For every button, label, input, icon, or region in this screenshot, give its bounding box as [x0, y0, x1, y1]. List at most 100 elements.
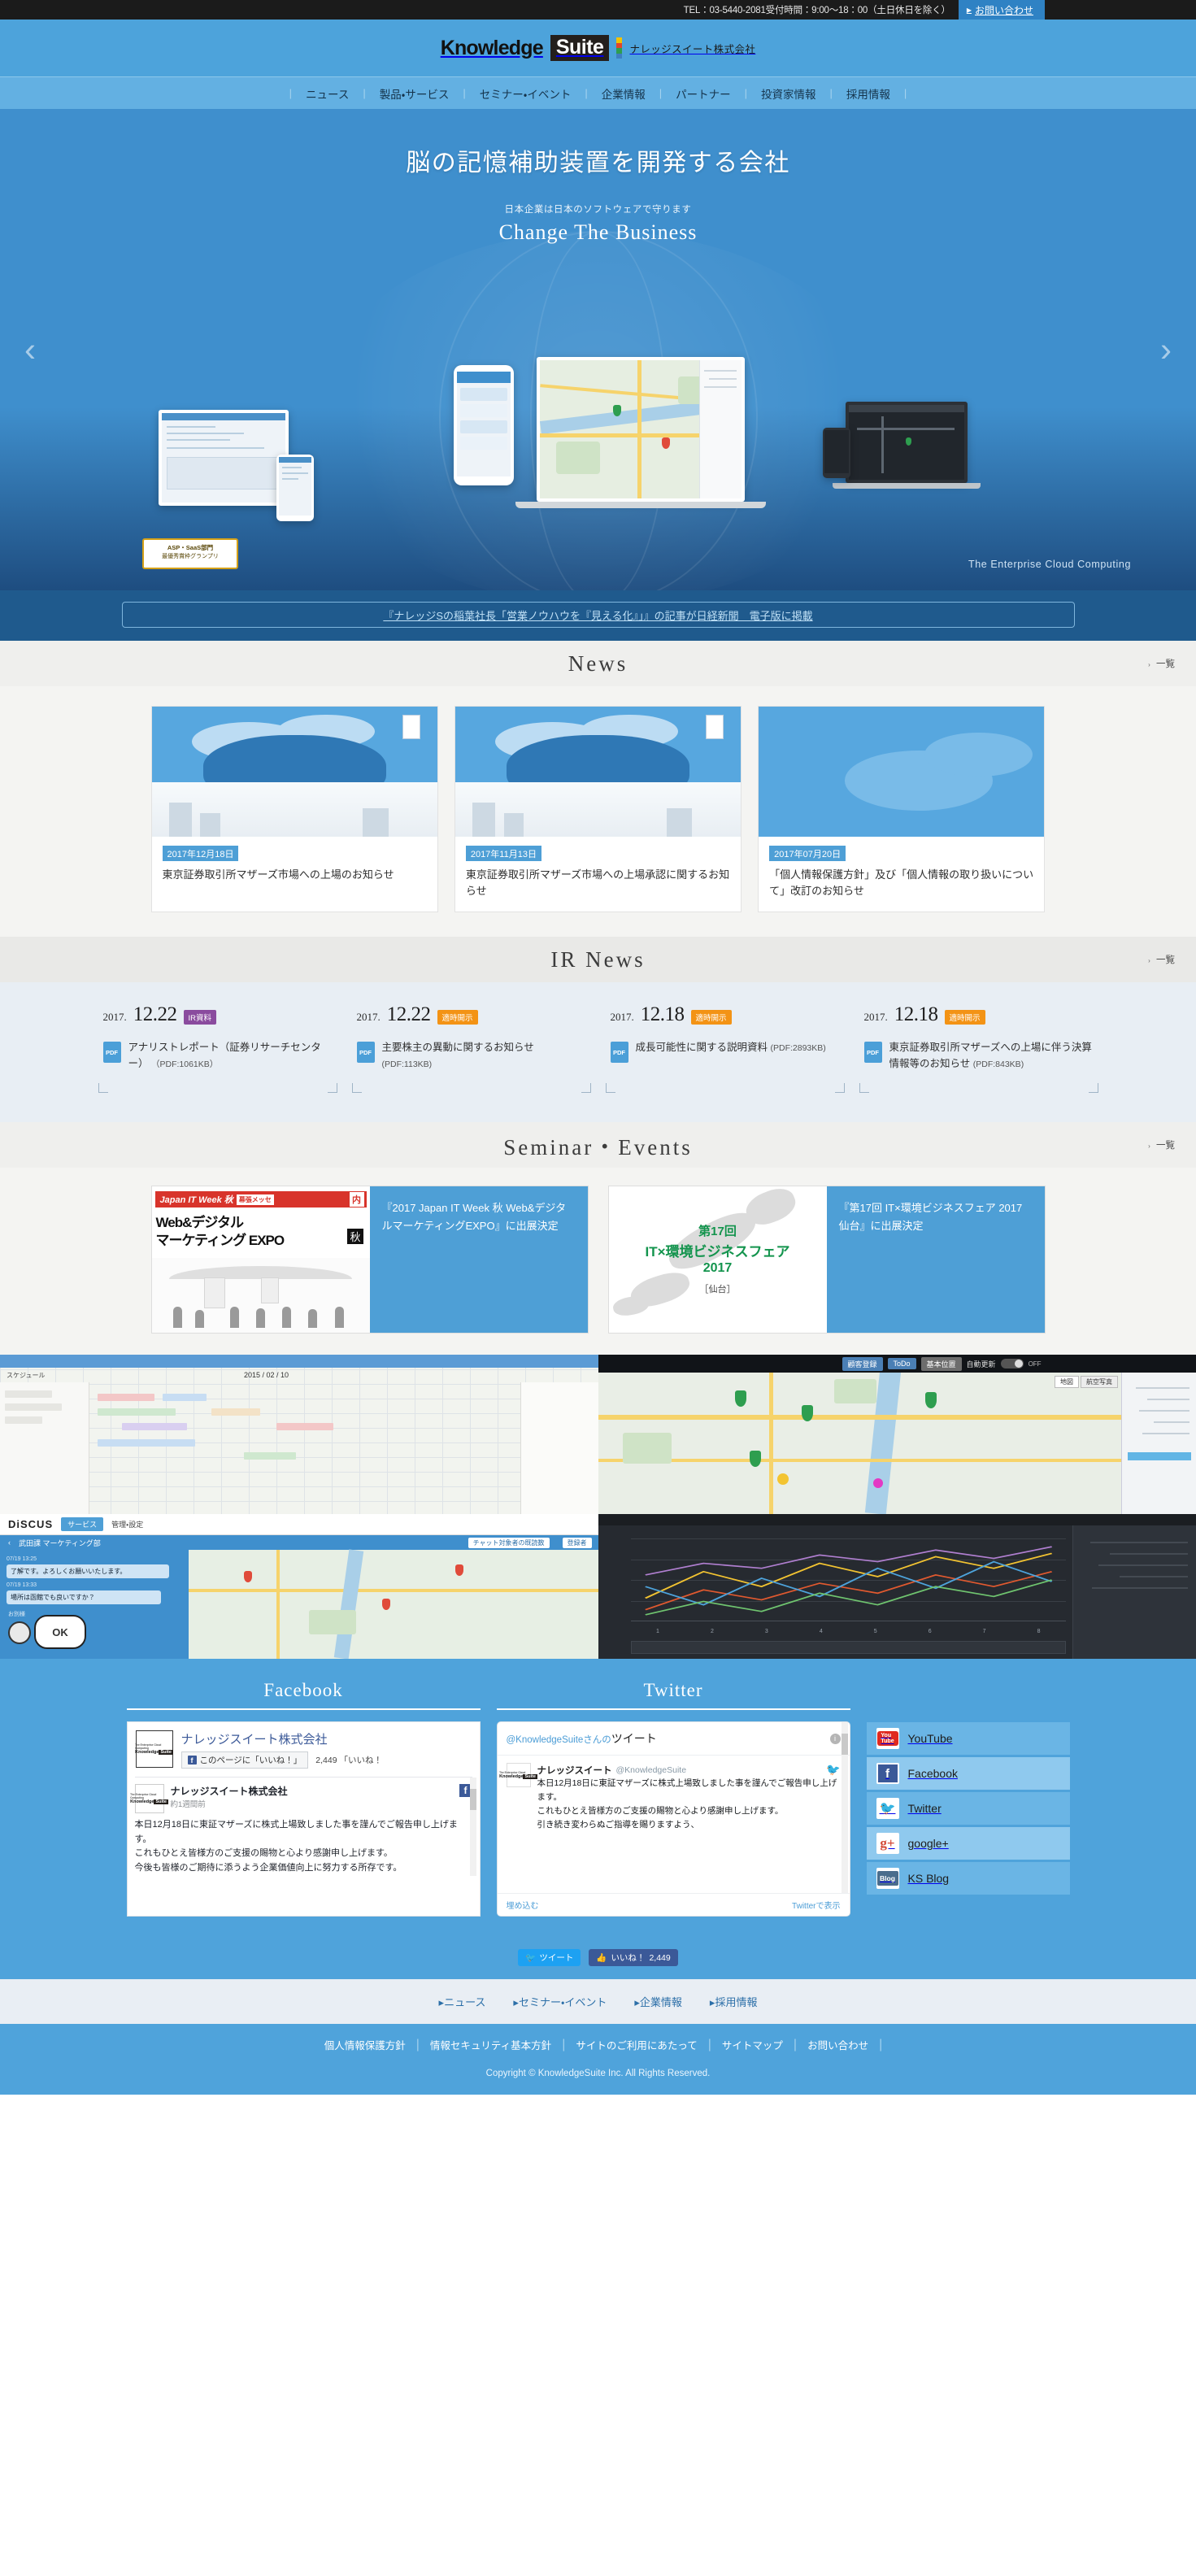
sns-button-googleplus[interactable]: g+ google+: [866, 1827, 1070, 1860]
auto-refresh-toggle[interactable]: [1000, 1359, 1024, 1369]
ir-item[interactable]: 2017. 12.22 適時開示 PDF 主要株主の異動に関するお知らせ (PD…: [351, 1003, 591, 1094]
nav-item-products[interactable]: 製品・サービス: [366, 85, 463, 102]
footer-nav-recruit[interactable]: ▸採用情報: [710, 1994, 758, 2009]
footer-link-security[interactable]: 情報セキュリティ基本方針: [420, 2037, 562, 2052]
footer-link-contact[interactable]: お問い合わせ: [797, 2037, 879, 2052]
carousel-prev-arrow-icon[interactable]: ‹: [24, 330, 36, 369]
ir-year: 2017.: [863, 1011, 888, 1024]
twitter-embed-link[interactable]: 埋め込む: [507, 1899, 539, 1911]
ir-category-badge: 適時開示: [690, 1010, 732, 1025]
social-inner: Facebook The Enterprise Cloud Computing …: [126, 1680, 1070, 1917]
discus-back-arrow-icon[interactable]: ‹: [8, 1538, 11, 1547]
footer-navigation: ▸ニュース ▸セミナー・イベント ▸企業情報 ▸採用情報: [0, 1979, 1196, 2025]
ir-item[interactable]: 2017. 12.18 適時開示 PDF 成長可能性に関する説明資料 (PDF:…: [605, 1003, 845, 1094]
copyright-text: Copyright © KnowledgeSuite Inc. All Righ…: [0, 2060, 1196, 2095]
footer-link-privacy[interactable]: 個人情報保護方針: [314, 2037, 416, 2052]
news-card[interactable]: 2017年12月18日 東京証券取引所マザーズ市場への上場のお知らせ: [150, 706, 438, 913]
facebook-widget[interactable]: The Enterprise Cloud Computing Knowledge…: [126, 1721, 481, 1917]
facebook-like-button[interactable]: f このページに「いいね！」: [180, 1751, 309, 1769]
sns-label: KS Blog: [907, 1872, 950, 1886]
site-logo[interactable]: Knowledge Suite ナレッジスイート株式会社: [441, 35, 756, 61]
news-card-body: 2017年12月18日 東京証券取引所マザーズ市場への上場のお知らせ: [152, 837, 437, 895]
hero-title: 脳の記憶補助装置を開発する会社: [406, 150, 790, 176]
sns-button-facebook[interactable]: f Facebook: [866, 1757, 1070, 1791]
discus-admin-tab[interactable]: 管理・設定: [111, 1519, 143, 1530]
facebook-like-bar: f このページに「いいね！」 2,449 「いいね！: [180, 1751, 472, 1769]
seminar-card[interactable]: 第17回 IT×環境ビジネスフェア 2017 ［仙台］ 『第17回 IT×環境ビ…: [607, 1186, 1046, 1334]
twitter-scrollbar[interactable]: [841, 1722, 848, 1917]
discus-message-bubble: 場所は函館でも良いですか？: [7, 1590, 161, 1605]
logo-color-bars-icon: [616, 37, 623, 59]
nav-item-investor[interactable]: 投資家情報: [747, 85, 830, 102]
twitter-view-link[interactable]: Twitterで表示: [792, 1899, 840, 1911]
ir-item[interactable]: 2017. 12.18 適時開示 PDF 東京証券取引所マザーズへの上場に伴う決…: [859, 1003, 1098, 1094]
calendar-date-label: 2015 / 02 / 10: [244, 1371, 289, 1380]
footer-nav-seminar[interactable]: ▸セミナー・イベント: [513, 1994, 607, 2009]
groupware-calendar-screenshot[interactable]: スケジュール 2015 / 02 / 10: [0, 1355, 598, 1515]
ir-document-title: 主要株主の異動に関するお知らせ (PDF:113KB): [382, 1039, 586, 1072]
sns-button-blog[interactable]: Blog KS Blog: [866, 1862, 1070, 1895]
sns-label: Facebook: [907, 1767, 958, 1781]
satellite-tab[interactable]: 航空写真: [1081, 1376, 1118, 1389]
nav-item-news[interactable]: ニュース: [292, 85, 363, 102]
discus-service-tab[interactable]: サービス: [61, 1517, 104, 1532]
seminar-card[interactable]: Japan IT Week 秋 幕張メッセ 内 Web&デジタル マーケティング…: [150, 1186, 589, 1334]
facebook-column: Facebook The Enterprise Cloud Computing …: [126, 1680, 481, 1917]
news-view-all-link[interactable]: › 一覧: [1148, 657, 1175, 670]
footer-link-sitemap[interactable]: サイトマップ: [711, 2037, 794, 2052]
todo-button[interactable]: ToDo: [887, 1358, 916, 1370]
discus-chat-screenshot[interactable]: DiSCUS サービス 管理・設定 ‹ 武田課 マーケティング部 チャット対象者…: [0, 1514, 598, 1660]
ticker-link[interactable]: 『ナレッジSの稲葉社長「営業ノウハウを『見える化』」』の記事が日経新聞 電子版に…: [383, 607, 812, 623]
share-like-button[interactable]: 👍 いいね！ 2,449: [589, 1949, 678, 1967]
ir-view-all-label: 一覧: [1156, 955, 1175, 966]
news-card[interactable]: 2017年07月20日 「個人情報保護方針」及び「個人情報の取り扱いについて」改…: [758, 706, 1046, 913]
analytics-chart-screenshot[interactable]: 12345678: [598, 1514, 1196, 1660]
sns-button-youtube[interactable]: You Tube YouTube: [866, 1722, 1070, 1756]
news-card-body: 2017年07月20日 「個人情報保護方針」及び「個人情報の取り扱いについて」改…: [759, 837, 1044, 912]
facebook-like-label: このページに「いいね！」: [199, 1756, 302, 1766]
contact-button[interactable]: ▶ お問い合わせ: [958, 0, 1045, 20]
map-application-screenshot[interactable]: 顧客登録 ToDo 基本位置 自動更新 OFF 地図 航空写真: [598, 1355, 1196, 1515]
seminar-view-all-label: 一覧: [1156, 1141, 1175, 1151]
ir-document-title: 東京証券取引所マザーズへの上場に伴う決算情報等のお知らせ (PDF:843KB): [889, 1039, 1094, 1072]
info-icon[interactable]: i: [829, 1733, 841, 1744]
footer-link-terms[interactable]: サイトのご利用にあたって: [565, 2037, 707, 2052]
base-position-button[interactable]: 基本位置: [920, 1356, 962, 1371]
share-tweet-button[interactable]: 🐦 ツイート: [518, 1949, 581, 1967]
news-card[interactable]: 2017年11月13日 東京証券取引所マザーズ市場への上場承認に関するお知らせ: [454, 706, 742, 913]
nav-item-recruit[interactable]: 採用情報: [833, 85, 904, 102]
dark-laptop-mockup: [833, 402, 981, 489]
discus-member-tab[interactable]: 登録者: [562, 1537, 592, 1548]
footer-nav-news[interactable]: ▸ニュース: [439, 1994, 486, 2009]
sns-button-twitter[interactable]: 🐦 Twitter: [866, 1792, 1070, 1825]
news-thumbnail: [151, 707, 437, 837]
seminar-card-caption: 『第17回 IT×環境ビジネスフェア 2017 仙台』に出展決定: [826, 1186, 1045, 1334]
nav-item-company[interactable]: 企業情報: [588, 85, 659, 102]
customer-register-button[interactable]: 顧客登録: [842, 1356, 883, 1371]
youtube-icon: You Tube: [876, 1728, 899, 1750]
ir-view-all-link[interactable]: › 一覧: [1148, 953, 1175, 966]
ir-category-badge: 適時開示: [944, 1010, 985, 1025]
discus-header: DiSCUS サービス 管理・設定: [0, 1514, 598, 1536]
ir-date-line: 2017. 12.22 IR資料: [103, 1003, 333, 1026]
facebook-post: The Enterprise Cloud Computing Knowledge…: [130, 1777, 476, 1876]
dark-phone-mockup: [823, 428, 850, 478]
nav-item-seminar[interactable]: セミナー・イベント: [466, 85, 585, 102]
corner-bracket: [98, 1083, 108, 1094]
footer-nav-company[interactable]: ▸企業情報: [634, 1994, 682, 2009]
twitter-bird-icon: 🐦: [826, 1763, 841, 1777]
carousel-next-arrow-icon[interactable]: ›: [1160, 330, 1172, 369]
discus-chat-tab[interactable]: チャット対象者の既読数: [468, 1537, 550, 1548]
nav-item-partner[interactable]: パートナー: [662, 85, 745, 102]
map-tab[interactable]: 地図: [1055, 1376, 1079, 1389]
facebook-scrollbar[interactable]: [469, 1778, 476, 1876]
news-card-body: 2017年11月13日 東京証券取引所マザーズ市場への上場承認に関するお知らせ: [455, 837, 741, 912]
thumbs-up-icon: 👍: [596, 1953, 607, 1964]
seminar-view-all-link[interactable]: › 一覧: [1148, 1138, 1175, 1151]
pdf-icon: PDF: [610, 1042, 628, 1064]
ir-file-size: (PDF:113KB): [381, 1060, 433, 1070]
footer-nav-label: セミナー・イベント: [518, 1996, 607, 2009]
twitter-widget[interactable]: @KnowledgeSuiteさんのツイート i The Enterprise …: [496, 1721, 850, 1917]
ir-year: 2017.: [610, 1011, 634, 1024]
ir-item[interactable]: 2017. 12.22 IR資料 PDF アナリストレポート（証券リサーチセンタ…: [98, 1003, 337, 1094]
